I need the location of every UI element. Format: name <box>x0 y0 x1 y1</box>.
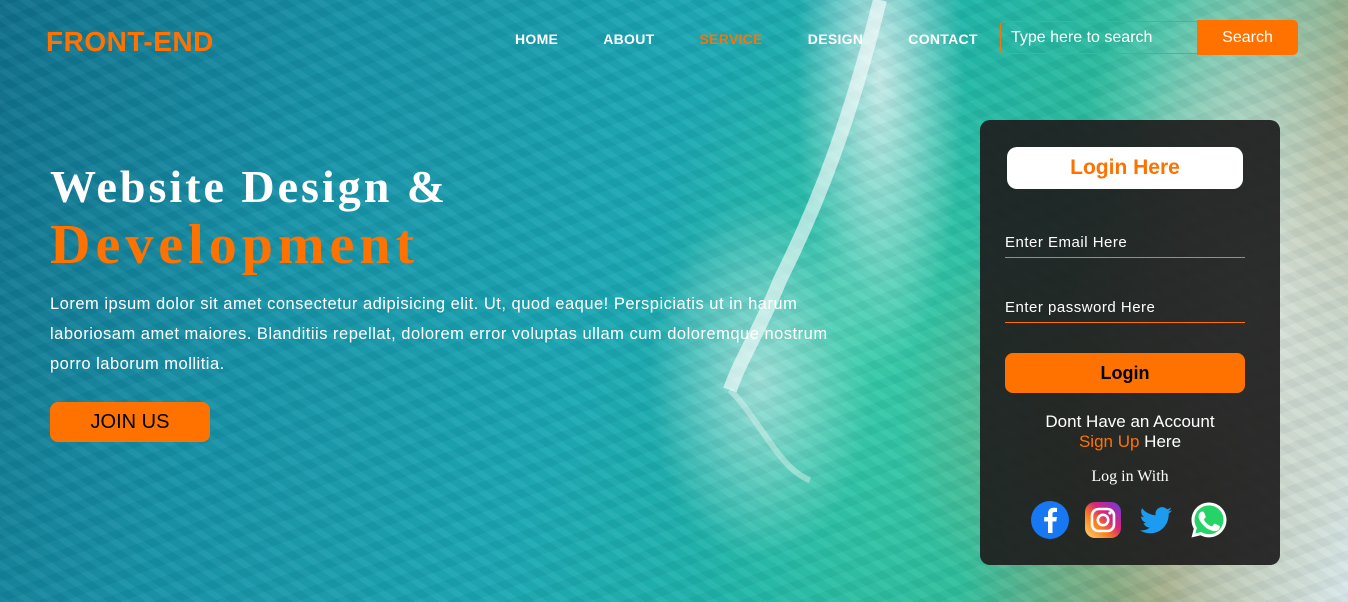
password-field[interactable] <box>1005 292 1245 323</box>
search-bar: Search <box>1000 20 1300 56</box>
nav-service[interactable]: SERVICE <box>699 31 762 47</box>
email-field[interactable] <box>1005 227 1245 258</box>
social-login-icons <box>1030 500 1230 540</box>
whatsapp-icon[interactable] <box>1189 500 1229 540</box>
nav-design[interactable]: DESIGN <box>808 31 863 47</box>
signup-link[interactable]: Sign Up <box>1079 432 1139 451</box>
login-with-label: Log in With <box>1091 468 1169 485</box>
hero-title-line1: Website Design & <box>50 161 449 212</box>
nav-home[interactable]: HOME <box>515 31 558 47</box>
main-nav: HOME ABOUT SERVICE DESIGN CONTACT <box>515 31 1023 47</box>
signup-prompt: Dont Have an Account Sign Up Here <box>980 412 1280 452</box>
twitter-icon[interactable] <box>1136 500 1176 540</box>
nav-about[interactable]: ABOUT <box>603 31 654 47</box>
no-account-text: Dont Have an Account <box>1045 412 1215 431</box>
login-title: Login Here <box>1007 147 1243 189</box>
facebook-icon[interactable] <box>1030 500 1070 540</box>
login-button[interactable]: Login <box>1005 353 1245 393</box>
signup-suffix: Here <box>1139 432 1182 451</box>
join-us-button[interactable]: JOIN US <box>50 402 210 442</box>
site-logo[interactable]: FRONT-END <box>46 26 214 58</box>
hero-paragraph: Lorem ipsum dolor sit amet consectetur a… <box>50 295 828 373</box>
hero-title-line2: Development <box>50 213 420 276</box>
instagram-icon[interactable] <box>1083 500 1123 540</box>
nav-contact[interactable]: CONTACT <box>908 31 978 47</box>
login-card: Login Here Login Dont Have an Account Si… <box>980 120 1280 565</box>
search-button[interactable]: Search <box>1197 20 1298 55</box>
search-input[interactable] <box>1000 21 1197 54</box>
hero-title: Website Design & Development <box>50 161 449 276</box>
